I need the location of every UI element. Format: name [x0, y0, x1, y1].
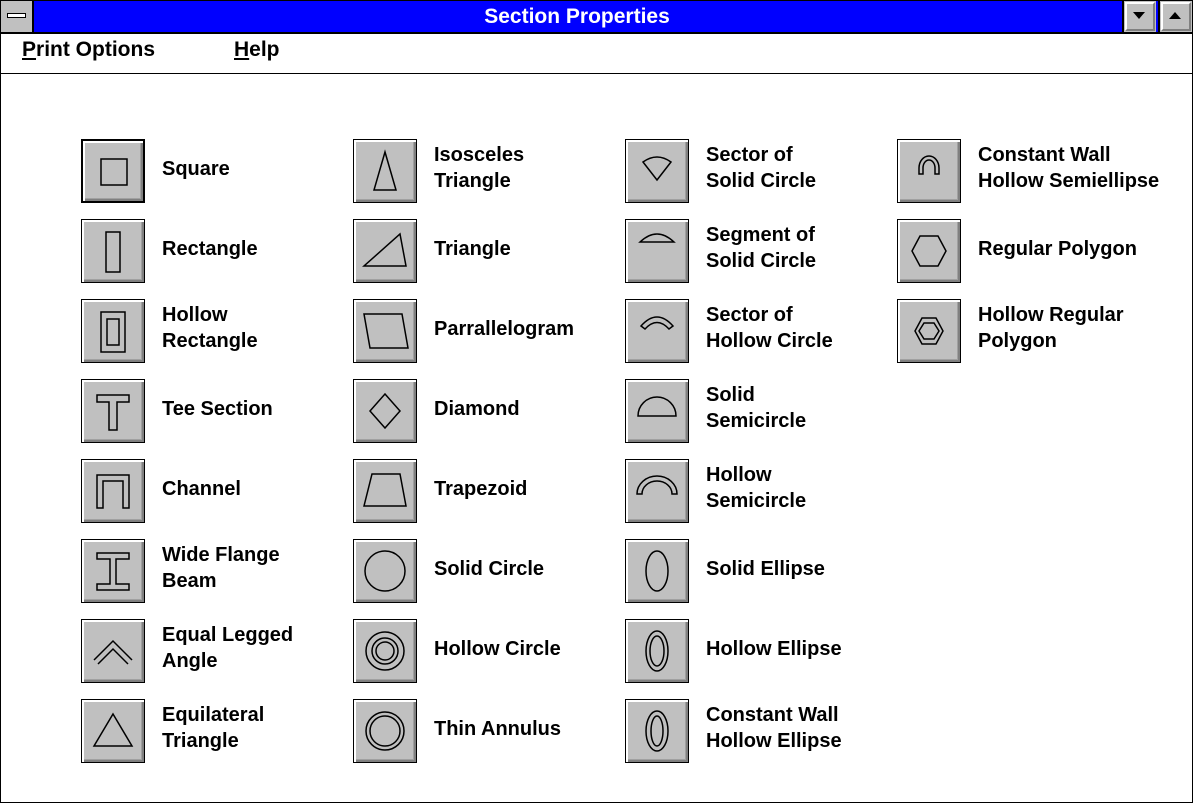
sector-solid-circle-button[interactable] — [625, 139, 689, 203]
shape-selection-panel: Square Rectangle Hollow Rectangle Tee Se… — [1, 74, 1192, 802]
isosceles-triangle-button[interactable] — [353, 139, 417, 203]
hollow-semicircle-icon — [636, 475, 678, 495]
solid-ellipse-label: Solid Ellipse — [706, 558, 825, 580]
constant-wall-hollow-semiellipse-label: Constant Wall Hollow Semiellipse — [978, 144, 1160, 192]
triangle-button[interactable] — [353, 219, 417, 283]
sector-solid-circle-icon — [641, 156, 673, 182]
system-menu-icon — [7, 13, 26, 18]
diamond-icon — [368, 392, 402, 430]
channel-icon — [96, 474, 130, 509]
solid-semicircle-label: Solid Semicircle — [706, 384, 807, 432]
solid-circle-button[interactable] — [353, 539, 417, 603]
window-title: Section Properties — [484, 5, 670, 28]
parallelogram-icon — [363, 313, 409, 349]
regular-polygon-button[interactable] — [897, 219, 961, 283]
constant-wall-hollow-semiellipse-icon — [918, 155, 940, 175]
menu-bar: Print Options Help — [1, 34, 1192, 74]
menu-print-options[interactable]: Print Options — [22, 38, 155, 62]
constant-wall-hollow-ellipse-icon — [645, 710, 669, 752]
system-menu-button[interactable] — [1, 1, 34, 32]
tee-section-icon — [96, 394, 130, 431]
section-properties-window: Section Properties Print Options Help Sq… — [0, 0, 1193, 803]
hollow-regular-polygon-icon — [914, 317, 944, 345]
menu-help[interactable]: Help — [234, 38, 280, 62]
hollow-regular-polygon-button[interactable] — [897, 299, 961, 363]
segment-solid-circle-button[interactable] — [625, 219, 689, 283]
rectangle-button[interactable] — [81, 219, 145, 283]
diamond-button[interactable] — [353, 379, 417, 443]
square-icon — [100, 158, 128, 186]
tee-section-button[interactable] — [81, 379, 145, 443]
equal-legged-angle-icon — [93, 639, 133, 665]
constant-wall-hollow-ellipse-button[interactable] — [625, 699, 689, 763]
thin-annulus-button[interactable] — [353, 699, 417, 763]
hollow-circle-icon — [365, 631, 405, 671]
regular-polygon-label: Regular Polygon — [978, 238, 1137, 260]
hollow-semicircle-label: Hollow Semicircle — [706, 464, 807, 512]
rectangle-icon — [105, 231, 121, 273]
segment-solid-circle-icon — [638, 233, 676, 243]
maximize-button[interactable] — [1158, 1, 1192, 32]
minimize-button[interactable] — [1122, 1, 1156, 32]
triangle-icon — [362, 232, 407, 267]
triangle-up-icon — [1169, 12, 1181, 19]
solid-circle-icon — [364, 550, 406, 592]
sector-hollow-circle-icon — [639, 316, 675, 331]
hollow-regular-polygon-label: Hollow Regular Polygon — [978, 304, 1124, 352]
hollow-semicircle-button[interactable] — [625, 459, 689, 523]
trapezoid-icon — [363, 473, 407, 507]
triangle-down-icon — [1133, 12, 1145, 19]
hollow-rectangle-icon — [100, 311, 126, 353]
equilateral-triangle-button[interactable] — [81, 699, 145, 763]
square-button[interactable] — [81, 139, 145, 203]
title-bar[interactable]: Section Properties — [1, 1, 1192, 34]
hollow-ellipse-icon — [645, 630, 669, 672]
equilateral-triangle-icon — [92, 712, 134, 747]
hollow-rectangle-button[interactable] — [81, 299, 145, 363]
trapezoid-button[interactable] — [353, 459, 417, 523]
solid-semicircle-button[interactable] — [625, 379, 689, 443]
hollow-ellipse-label: Hollow Ellipse — [706, 638, 842, 660]
channel-button[interactable] — [81, 459, 145, 523]
constant-wall-hollow-semiellipse-button[interactable] — [897, 139, 961, 203]
equal-legged-angle-button[interactable] — [81, 619, 145, 683]
wide-flange-beam-icon — [96, 552, 130, 591]
solid-ellipse-button[interactable] — [625, 539, 689, 603]
regular-polygon-icon — [911, 235, 947, 267]
parallelogram-button[interactable] — [353, 299, 417, 363]
wide-flange-beam-button[interactable] — [81, 539, 145, 603]
isosceles-triangle-icon — [373, 149, 397, 191]
solid-ellipse-icon — [645, 550, 669, 592]
hollow-circle-button[interactable] — [353, 619, 417, 683]
solid-semicircle-icon — [637, 396, 677, 417]
thin-annulus-icon — [365, 711, 405, 751]
constant-wall-hollow-ellipse-label: Constant Wall Hollow Ellipse — [706, 704, 842, 752]
hollow-ellipse-button[interactable] — [625, 619, 689, 683]
sector-hollow-circle-button[interactable] — [625, 299, 689, 363]
